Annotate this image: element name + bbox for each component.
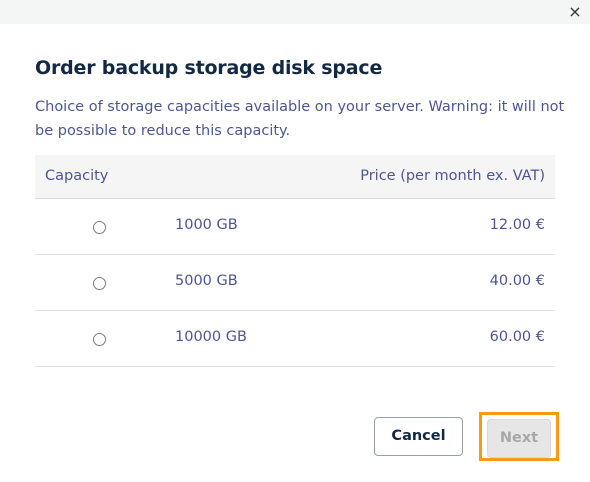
table-row[interactable]: 5000 GB 40.00 € (35, 255, 555, 311)
table-row[interactable]: 10000 GB 60.00 € (35, 311, 555, 367)
column-header-price: Price (per month ex. VAT) (360, 168, 545, 184)
capacity-radio-5000gb[interactable] (93, 277, 106, 290)
next-button[interactable]: Next (487, 419, 551, 458)
capacity-table: Capacity Price (per month ex. VAT) 1000 … (35, 155, 555, 367)
capacity-value: 10000 GB (175, 329, 247, 345)
dialog-title: Order backup storage disk space (35, 57, 383, 79)
capacity-value: 5000 GB (175, 273, 238, 289)
dialog-top-bar: × (0, 0, 590, 24)
capacity-value: 1000 GB (175, 217, 238, 233)
capacity-radio-10000gb[interactable] (93, 333, 106, 346)
cancel-button[interactable]: Cancel (374, 417, 463, 456)
capacity-radio-1000gb[interactable] (93, 221, 106, 234)
table-row[interactable]: 1000 GB 12.00 € (35, 199, 555, 255)
price-value: 60.00 € (489, 329, 545, 345)
column-header-capacity: Capacity (45, 168, 109, 184)
next-button-highlight: Next (479, 412, 559, 461)
close-icon[interactable]: × (566, 3, 584, 21)
price-value: 40.00 € (489, 273, 545, 289)
dialog-description: Choice of storage capacities available o… (35, 99, 565, 139)
table-header: Capacity Price (per month ex. VAT) (35, 155, 555, 199)
price-value: 12.00 € (489, 217, 545, 233)
